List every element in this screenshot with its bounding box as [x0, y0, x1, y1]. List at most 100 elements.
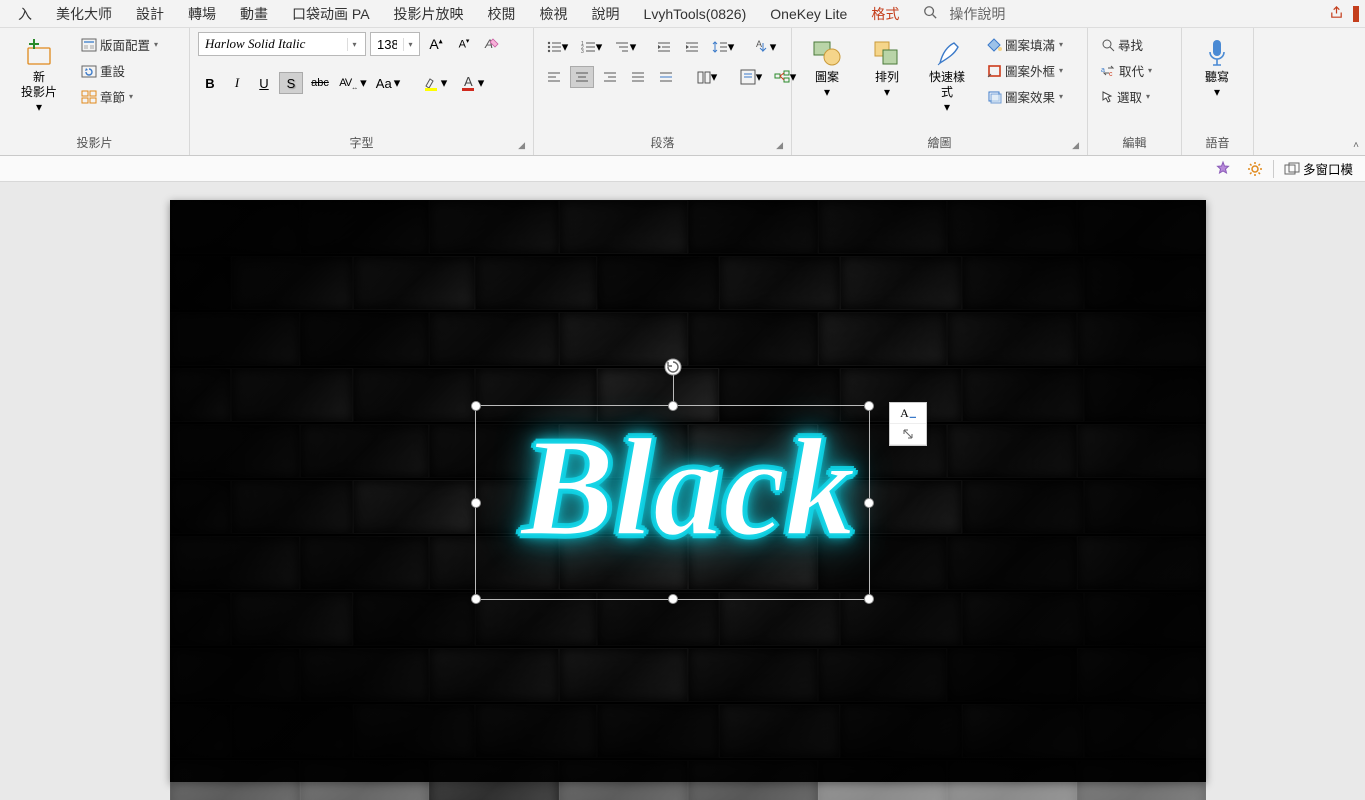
drawing-launcher[interactable]: ◢ — [1072, 140, 1079, 151]
select-icon — [1101, 90, 1114, 104]
reset-button[interactable]: 重設 — [76, 58, 163, 83]
handle-n[interactable] — [668, 401, 678, 411]
group-voice: 聽寫▾ 語音 — [1182, 28, 1254, 155]
tab-review[interactable]: 校閱 — [476, 0, 528, 28]
group-paragraph-label: 段落◢ — [542, 132, 783, 153]
font-size-dropdown[interactable]: ▾ — [403, 38, 417, 51]
tab-view[interactable]: 檢視 — [528, 0, 580, 28]
line-spacing-button[interactable]: ▾ — [708, 36, 738, 58]
change-case-button[interactable]: Aa▾ — [372, 72, 404, 94]
group-slide: 新 投影片 ▾ 版面配置▾ 重設 章節▾ 投影片 — [0, 28, 190, 155]
tab-slideshow[interactable]: 投影片放映 — [382, 0, 476, 28]
font-color-button[interactable]: A▾ — [455, 72, 489, 94]
shape-fill-button[interactable]: 圖案填滿▾ — [982, 32, 1068, 57]
collapse-ribbon-button[interactable]: ˄ — [1353, 140, 1359, 151]
tab-onekey[interactable]: OneKey Lite — [758, 2, 859, 26]
indent-decrease-button[interactable] — [652, 36, 676, 58]
shape-outline-button[interactable]: 圖案外框▾ — [982, 58, 1068, 83]
handle-w[interactable] — [471, 498, 481, 508]
arrange-button[interactable]: 排列▾ — [860, 32, 914, 104]
dictate-button[interactable]: 聽寫▾ — [1190, 32, 1244, 104]
handle-ne[interactable] — [864, 401, 874, 411]
tab-beautify[interactable]: 美化大师 — [44, 0, 124, 28]
align-left-button[interactable] — [542, 66, 566, 88]
slide[interactable]: /*placeholder*/ Black A▁ — [170, 200, 1206, 782]
font-launcher[interactable]: ◢ — [518, 140, 525, 151]
font-size-combo[interactable]: ▾ — [370, 32, 420, 56]
tab-insert-partial[interactable]: 入 — [6, 0, 44, 28]
mini-format-button[interactable]: A▁ — [890, 403, 926, 424]
shapes-icon — [812, 36, 842, 70]
mini-expand-button[interactable] — [890, 424, 926, 445]
quick-styles-button[interactable]: 快速樣 式▾ — [920, 32, 974, 119]
tab-help[interactable]: 說明 — [580, 0, 632, 28]
section-icon — [81, 90, 97, 104]
shapes-button[interactable]: 圖案▾ — [800, 32, 854, 104]
arrange-icon — [873, 36, 901, 70]
handle-se[interactable] — [864, 594, 874, 604]
highlight-button[interactable]: ▾ — [418, 72, 452, 94]
quick-styles-icon — [934, 36, 960, 70]
shape-effects-button[interactable]: 圖案效果▾ — [982, 84, 1068, 109]
layout-button[interactable]: 版面配置▾ — [76, 32, 163, 57]
font-size-input[interactable] — [371, 37, 403, 52]
search-icon[interactable] — [923, 5, 937, 22]
tell-me-input[interactable]: 操作說明 — [937, 0, 1017, 28]
tab-transition[interactable]: 轉場 — [176, 0, 228, 28]
new-slide-button[interactable]: 新 投影片 ▾ — [8, 32, 70, 119]
slide-canvas-area[interactable]: /*placeholder*/ Black A▁ — [0, 182, 1365, 800]
overflow-icon[interactable] — [1353, 6, 1359, 22]
tab-pocket-anim[interactable]: 口袋动画 PA — [280, 0, 382, 28]
replace-button[interactable]: ac取代▾ — [1096, 58, 1157, 83]
replace-icon: ac — [1101, 64, 1116, 77]
clear-format-button[interactable]: A — [480, 33, 504, 55]
indent-increase-button[interactable] — [680, 36, 704, 58]
handle-nw[interactable] — [471, 401, 481, 411]
magic-icon[interactable] — [1209, 159, 1237, 179]
tab-animation[interactable]: 動畫 — [228, 0, 280, 28]
tab-format[interactable]: 格式 — [859, 0, 911, 28]
font-name-combo[interactable]: ▾ — [198, 32, 366, 56]
svg-text:A: A — [464, 74, 473, 89]
select-button[interactable]: 選取▾ — [1096, 84, 1157, 109]
italic-button[interactable]: I — [225, 72, 249, 94]
numbering-button[interactable]: 123▾ — [576, 36, 606, 58]
tab-design[interactable]: 設計 — [124, 0, 176, 28]
font-name-input[interactable] — [199, 36, 347, 52]
align-justify-button[interactable] — [626, 66, 650, 88]
char-spacing-button[interactable]: AV↔▾ — [337, 72, 369, 94]
secondary-toolbar: 多窗口模 — [0, 156, 1365, 182]
grow-font-button[interactable]: A▴ — [424, 33, 448, 55]
shrink-font-button[interactable]: A▾ — [452, 33, 476, 55]
underline-button[interactable]: U — [252, 72, 276, 94]
reset-icon — [81, 64, 97, 78]
align-text-button[interactable]: ▾ — [736, 66, 766, 88]
text-direction-button[interactable]: A▾ — [750, 36, 780, 58]
align-center-button[interactable] — [570, 66, 594, 88]
align-right-button[interactable] — [598, 66, 622, 88]
columns-button[interactable]: ▾ — [692, 66, 722, 88]
shadow-button[interactable]: S — [279, 72, 303, 94]
handle-e[interactable] — [864, 498, 874, 508]
new-slide-icon — [23, 36, 55, 70]
paragraph-launcher[interactable]: ◢ — [776, 140, 783, 151]
share-icon[interactable] — [1327, 5, 1345, 23]
bold-button[interactable]: B — [198, 72, 222, 94]
multilevel-button[interactable]: ▾ — [610, 36, 640, 58]
textbox-selection[interactable]: A▁ — [475, 405, 870, 600]
tab-lvyhtools[interactable]: LvyhTools(0826) — [632, 2, 759, 26]
rotate-handle[interactable] — [664, 358, 682, 376]
settings-icon[interactable] — [1241, 159, 1269, 179]
group-voice-label: 語音 — [1190, 132, 1245, 153]
handle-s[interactable] — [668, 594, 678, 604]
multi-window-button[interactable]: 多窗口模 — [1278, 157, 1359, 180]
bullets-button[interactable]: ▾ — [542, 36, 572, 58]
align-distribute-button[interactable] — [654, 66, 678, 88]
handle-sw[interactable] — [471, 594, 481, 604]
strike-button[interactable]: abc — [306, 72, 334, 94]
group-drawing-label: 繪圖◢ — [800, 132, 1079, 153]
find-icon — [1101, 38, 1115, 52]
section-button[interactable]: 章節▾ — [76, 84, 163, 109]
font-name-dropdown[interactable]: ▾ — [347, 38, 361, 51]
find-button[interactable]: 尋找 — [1096, 32, 1157, 57]
